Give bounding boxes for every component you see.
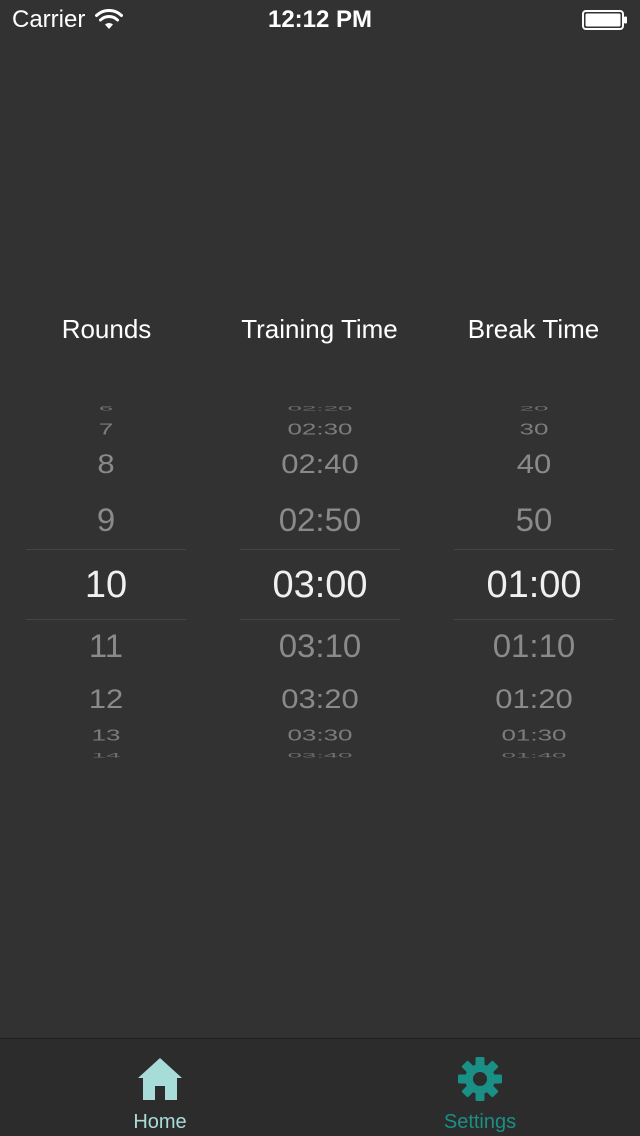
picker-option[interactable]: 02:30 [240, 421, 400, 437]
picker-option[interactable]: 01:20 [454, 685, 614, 712]
rounds-header: Rounds [61, 314, 152, 344]
picker-option[interactable]: 20 [454, 405, 614, 412]
picker-selection-divider [454, 619, 614, 620]
status-time: 12:12 PM [267, 6, 373, 33]
picker-selected-value[interactable]: 10 [26, 566, 186, 604]
picker-option[interactable]: 30 [454, 421, 614, 437]
home-icon [138, 1058, 182, 1100]
picker-option[interactable]: 03:40 [240, 752, 400, 759]
picker-selection-divider [454, 549, 614, 550]
picker-option[interactable]: 03:20 [240, 685, 400, 712]
tab-settings-label: Settings [443, 1111, 517, 1133]
picker-selection-divider [26, 619, 186, 620]
picker-selection-divider [26, 549, 186, 550]
picker-option[interactable]: 02:40 [240, 450, 400, 477]
picker-option[interactable]: 8 [26, 450, 186, 477]
picker-option[interactable]: 03:30 [240, 727, 400, 743]
picker-selection-divider [240, 549, 400, 550]
rounds-picker[interactable]: 6 7 8 9 10 11 12 13 14 [26, 405, 186, 765]
training-time-picker[interactable]: 02:20 02:30 02:40 02:50 03:00 03:10 03:20 03:30… [240, 405, 400, 765]
tab-home[interactable]: Home [0, 1039, 320, 1136]
picker-option[interactable]: 14 [26, 752, 186, 759]
picker-option[interactable]: 01:30 [454, 727, 614, 743]
break-time-picker[interactable]: 20 30 40 50 01:00 01:10 01:20 01:30 01:40 [454, 405, 614, 765]
settings-screen: Carrier 12:12 PM Rounds Training Time Br… [0, 0, 640, 1136]
picker-option[interactable]: 6 [26, 405, 186, 412]
picker-option[interactable]: 01:40 [454, 752, 614, 759]
picker-option[interactable]: 9 [26, 504, 186, 536]
picker-option[interactable]: 03:10 [240, 630, 400, 662]
picker-option[interactable]: 40 [454, 450, 614, 477]
break-time-header: Break Time [467, 314, 600, 344]
picker-option[interactable]: 11 [26, 630, 186, 662]
training-time-header: Training Time [241, 314, 398, 344]
battery-icon [582, 10, 627, 30]
picker-selected-value[interactable]: 01:00 [454, 566, 614, 604]
tab-bar: Home Settings [0, 1038, 640, 1136]
picker-selection-divider [240, 619, 400, 620]
picker-selected-value[interactable]: 03:00 [240, 566, 400, 604]
tab-settings[interactable]: Settings [320, 1039, 640, 1136]
status-bar: Carrier 12:12 PM [0, 0, 640, 40]
tab-home-label: Home [133, 1111, 187, 1133]
picker-option[interactable]: 01:10 [454, 630, 614, 662]
picker-option[interactable]: 02:20 [240, 405, 400, 412]
picker-option[interactable]: 50 [454, 504, 614, 536]
picker-option[interactable]: 13 [26, 727, 186, 743]
gear-icon [458, 1057, 502, 1101]
picker-option[interactable]: 7 [26, 421, 186, 437]
picker-option[interactable]: 02:50 [240, 504, 400, 536]
picker-option[interactable]: 12 [26, 685, 186, 712]
